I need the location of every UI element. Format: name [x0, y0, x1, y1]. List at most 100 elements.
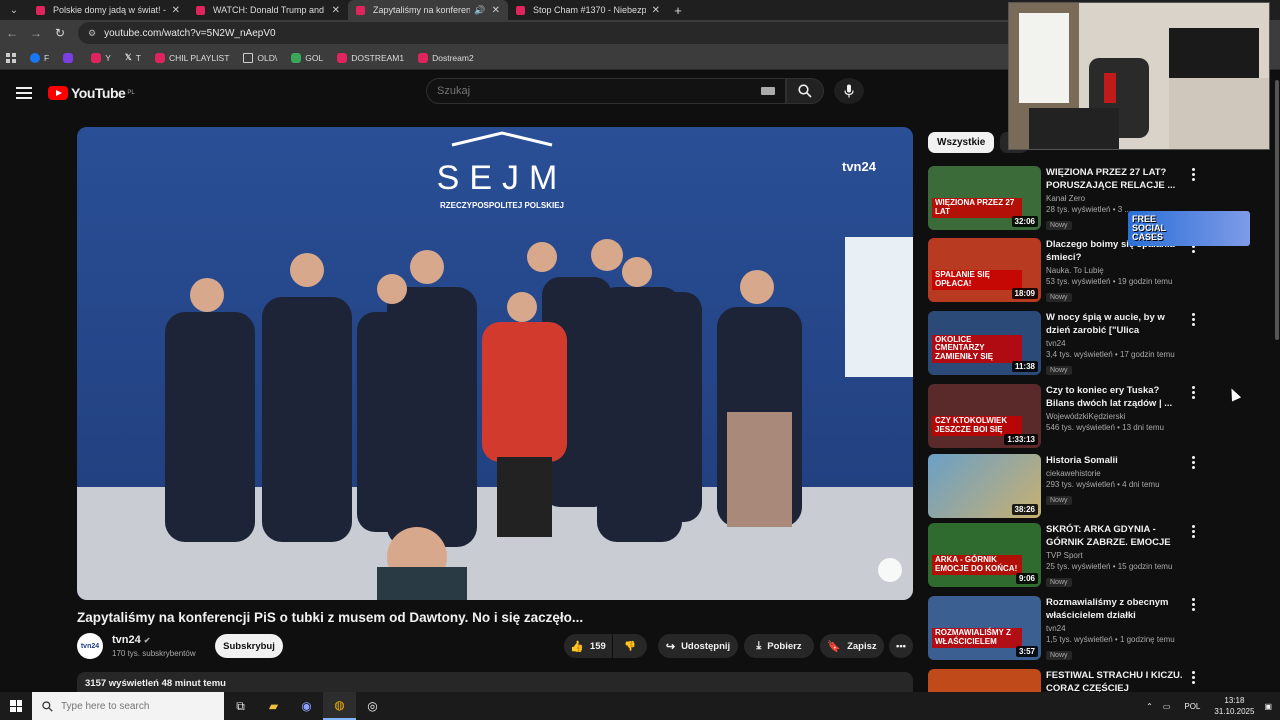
video-title[interactable]: WIĘZIONA PRZEZ 27 LAT? PORUSZAJĄCE RELAC…	[1046, 166, 1186, 192]
search-box[interactable]	[426, 78, 786, 104]
taskbar-search[interactable]	[32, 692, 224, 720]
tab-title: Zapytaliśmy na konferencji	[373, 5, 471, 15]
bookmark-item[interactable]: F	[30, 52, 49, 63]
recommendation-item[interactable]: SPALANIE SIĘ OPŁACA! 18:09 Dlaczego boimy…	[928, 238, 1210, 304]
reload-icon[interactable]: ↻	[48, 26, 72, 40]
bookmark-folder[interactable]: OLD\	[243, 52, 277, 63]
browser-tab-1[interactable]: Polskie domy jadą w świat! - Yo ✕	[28, 0, 188, 20]
chrome-app-icon[interactable]: ◍	[323, 692, 356, 720]
channel-name[interactable]: tvn24	[1046, 624, 1186, 633]
page-scrollbar[interactable]	[1274, 70, 1280, 690]
video-frame: SEJM RZECZYPOSPOLITEJ POLSKIEJ tvn24	[77, 127, 913, 600]
close-tab-icon[interactable]: ✕	[332, 5, 340, 16]
channel-name[interactable]: tvn24 ✔	[112, 634, 150, 646]
recommendation-item[interactable]: FESTIWAL STRACHU I KICZU. CORAZ CZĘŚCIEJ…	[928, 669, 1210, 692]
channel-avatar[interactable]: tvn24	[77, 633, 103, 659]
more-vertical-icon[interactable]	[1190, 168, 1196, 183]
file-explorer-icon[interactable]: ▰	[257, 692, 290, 720]
bookmark-item[interactable]: DOSTREAM1	[337, 52, 404, 63]
video-thumbnail[interactable]: OKOLICE CMENTARZY ZAMIENIŁY SIĘ 11:38	[928, 311, 1041, 375]
more-actions-button[interactable]: •••	[889, 634, 913, 658]
video-title[interactable]: Rozmawialiśmy z obecnym właścicielem dzi…	[1046, 596, 1186, 622]
close-tab-icon[interactable]: ✕	[492, 5, 500, 16]
channel-name[interactable]: WojewódzkiKędzierski	[1046, 412, 1186, 421]
more-vertical-icon[interactable]	[1190, 671, 1196, 686]
network-icon[interactable]: ▭	[1163, 702, 1171, 711]
taskbar-search-input[interactable]	[61, 700, 224, 712]
new-tab-plus-icon[interactable]: +	[668, 3, 688, 18]
video-thumbnail[interactable]	[928, 669, 1041, 692]
voice-search-button[interactable]	[834, 78, 864, 104]
bookmark-item[interactable]: 𝕏T	[125, 52, 141, 63]
scrollbar-thumb[interactable]	[1275, 80, 1279, 340]
dislike-button[interactable]: 👎	[613, 634, 647, 658]
start-button[interactable]	[0, 692, 32, 720]
more-vertical-icon[interactable]	[1190, 313, 1196, 328]
menu-hamburger-icon[interactable]	[16, 87, 32, 99]
browser-tab-4[interactable]: Stop Cham #1370 - Niebezpiec ✕	[508, 0, 668, 20]
recommendation-item[interactable]: 38:26 Historia Somalii ciekawehistorie 2…	[928, 454, 1210, 520]
channel-name[interactable]: tvn24	[1046, 339, 1186, 348]
video-title[interactable]: W nocy śpią w aucie, by w dzień zarobić …	[1046, 311, 1186, 337]
keyboard-icon[interactable]	[761, 87, 775, 95]
video-title[interactable]: Czy to koniec ery Tuska? Bilans dwóch la…	[1046, 384, 1186, 410]
like-button[interactable]: 👍 159	[564, 634, 612, 658]
youtube-icon	[91, 52, 102, 63]
youtube-logo[interactable]: YouTube PL	[48, 85, 135, 101]
apps-grid-icon[interactable]	[6, 52, 16, 63]
tray-overflow-chevron-icon[interactable]: ⌃	[1146, 702, 1153, 711]
more-vertical-icon[interactable]	[1190, 456, 1196, 471]
system-clock[interactable]: 13:18 31.10.2025	[1214, 695, 1254, 717]
more-vertical-icon[interactable]	[1190, 525, 1196, 540]
video-player[interactable]: SEJM RZECZYPOSPOLITEJ POLSKIEJ tvn24	[77, 127, 913, 600]
description-box[interactable]: 3157 wyświetleń 48 minut temu	[77, 672, 913, 694]
bookmark-item[interactable]: CHIL PLAYLIST	[154, 52, 229, 63]
chip-all[interactable]: Wszystkie	[928, 132, 995, 153]
more-vertical-icon[interactable]	[1190, 598, 1196, 613]
discord-app-icon[interactable]: ◉	[290, 692, 323, 720]
recommendation-item[interactable]: OKOLICE CMENTARZY ZAMIENIŁY SIĘ 11:38 W n…	[928, 311, 1210, 377]
video-thumbnail[interactable]: 38:26	[928, 454, 1041, 518]
input-language[interactable]: POL	[1184, 702, 1200, 711]
more-vertical-icon[interactable]	[1190, 386, 1196, 401]
channel-name[interactable]: ciekawehistorie	[1046, 469, 1186, 478]
browser-tab-2[interactable]: WATCH: Donald Trump and Xi J ✕	[188, 0, 348, 20]
recommendation-item[interactable]: CZY KTOKOLWIEK JESZCZE BOI SIĘ 1:33:13 Cz…	[928, 384, 1210, 450]
save-button[interactable]: 🔖 Zapisz	[820, 634, 884, 658]
browser-tab-3-active[interactable]: Zapytaliśmy na konferencji 🔊 ✕	[348, 0, 508, 20]
back-arrow-icon[interactable]: ←	[0, 26, 24, 40]
obs-app-icon[interactable]: ◎	[356, 692, 389, 720]
channel-name[interactable]: Nauka. To Lubię	[1046, 266, 1186, 275]
video-title[interactable]: SKRÓT: ARKA GDYNIA - GÓRNIK ZABRZE. EMOC…	[1046, 523, 1186, 549]
channel-name[interactable]: TVP Sport	[1046, 551, 1186, 560]
audio-playing-icon[interactable]: 🔊	[474, 5, 485, 16]
task-view-icon[interactable]: ⧉	[224, 692, 257, 720]
notifications-icon[interactable]: ▣	[1264, 702, 1272, 711]
bookmark-item[interactable]: Dostream2	[418, 52, 474, 63]
channel-name[interactable]: Kanał Zero	[1046, 194, 1186, 203]
address-bar[interactable]: ⚙ youtube.com/watch?v=5N2W_nAepV0	[78, 22, 1058, 44]
share-button[interactable]: ↪ Udostępnij	[658, 634, 738, 658]
subscribe-button[interactable]: Subskrybuj	[215, 634, 283, 658]
youtube-masthead: YouTube PL	[0, 70, 1010, 116]
forward-arrow-icon[interactable]: →	[24, 26, 48, 40]
video-thumbnail[interactable]: CZY KTOKOLWIEK JESZCZE BOI SIĘ 1:33:13	[928, 384, 1041, 448]
tab-search-chevron-icon[interactable]: ⌄	[0, 0, 28, 20]
bookmark-item[interactable]: GOL	[291, 52, 323, 63]
close-tab-icon[interactable]: ✕	[172, 5, 180, 16]
download-button[interactable]: ⤓ Pobierz	[744, 634, 814, 658]
bookmark-item[interactable]	[63, 52, 77, 63]
video-title[interactable]: FESTIWAL STRACHU I KICZU. CORAZ CZĘŚCIEJ…	[1046, 669, 1186, 692]
video-title[interactable]: Historia Somalii	[1046, 454, 1186, 467]
video-thumbnail[interactable]: WIĘZIONA PRZEZ 27 LAT 32:06	[928, 166, 1041, 230]
close-tab-icon[interactable]: ✕	[652, 5, 660, 16]
recommendation-item[interactable]: ROZMAWIALIŚMY Z WŁAŚCICIELEM 3:57 Rozmawi…	[928, 596, 1210, 662]
video-thumbnail[interactable]: ROZMAWIALIŚMY Z WŁAŚCICIELEM 3:57	[928, 596, 1041, 660]
search-input[interactable]	[437, 85, 761, 97]
video-thumbnail[interactable]: SPALANIE SIĘ OPŁACA! 18:09	[928, 238, 1041, 302]
recommendation-item[interactable]: ARKA - GÓRNIK EMOCJE DO KOŃCA! 9:06 SKRÓT…	[928, 523, 1210, 589]
video-thumbnail[interactable]: ARKA - GÓRNIK EMOCJE DO KOŃCA! 9:06	[928, 523, 1041, 587]
search-button[interactable]	[786, 78, 824, 104]
bookmark-item[interactable]: Y	[91, 52, 111, 63]
site-info-icon[interactable]: ⚙	[88, 28, 96, 39]
